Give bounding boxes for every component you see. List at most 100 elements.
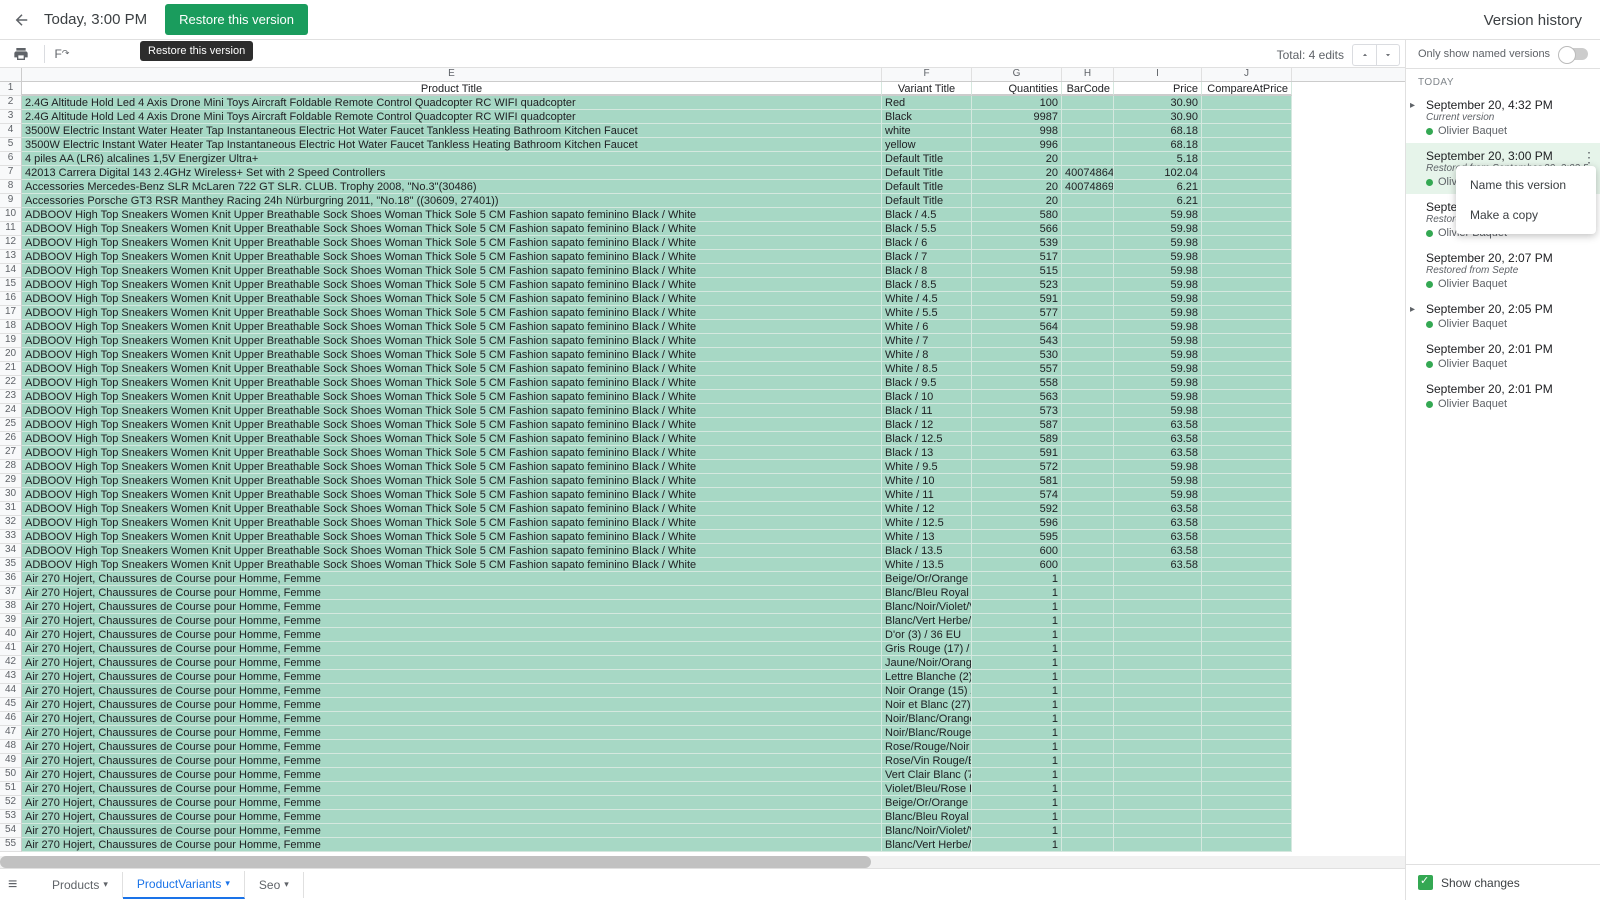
row-number[interactable]: 5 xyxy=(0,138,22,152)
cell-compare-at-price[interactable] xyxy=(1202,754,1292,768)
cell-price[interactable]: 59.98 xyxy=(1114,236,1202,250)
cell-barcode[interactable] xyxy=(1062,306,1114,320)
cell-barcode[interactable] xyxy=(1062,558,1114,572)
cell-price[interactable] xyxy=(1114,768,1202,782)
cell-product-title[interactable]: ADBOOV High Top Sneakers Women Knit Uppe… xyxy=(22,390,882,404)
cell-variant-title[interactable]: White / 8 xyxy=(882,348,972,362)
row-number[interactable]: 55 xyxy=(0,838,22,852)
cell-compare-at-price[interactable] xyxy=(1202,418,1292,432)
cell-product-title[interactable]: ADBOOV High Top Sneakers Women Knit Uppe… xyxy=(22,250,882,264)
cell-variant-title[interactable]: Noir/Blanc/Orange (32) / 36 EU xyxy=(882,712,972,726)
cell-compare-at-price[interactable] xyxy=(1202,726,1292,740)
cell-barcode[interactable] xyxy=(1062,768,1114,782)
cell-variant-title[interactable]: White / 13 xyxy=(882,530,972,544)
cell-compare-at-price[interactable] xyxy=(1202,138,1292,152)
cell-barcode[interactable] xyxy=(1062,334,1114,348)
cell-barcode[interactable] xyxy=(1062,572,1114,586)
cell-price[interactable] xyxy=(1114,656,1202,670)
row-number[interactable]: 23 xyxy=(0,390,22,404)
show-changes-checkbox[interactable] xyxy=(1418,875,1433,890)
cell-product-title[interactable]: Air 270 Hojert, Chaussures de Course pou… xyxy=(22,838,882,852)
cell-price[interactable]: 63.58 xyxy=(1114,418,1202,432)
cell-quantities[interactable]: 20 xyxy=(972,194,1062,208)
cell-barcode[interactable] xyxy=(1062,838,1114,852)
cell-quantities[interactable]: 530 xyxy=(972,348,1062,362)
cell-barcode[interactable] xyxy=(1062,390,1114,404)
row-number[interactable]: 40 xyxy=(0,628,22,642)
cell-barcode[interactable] xyxy=(1062,614,1114,628)
cell-product-title[interactable]: ADBOOV High Top Sneakers Women Knit Uppe… xyxy=(22,278,882,292)
cell-quantities[interactable]: 596 xyxy=(972,516,1062,530)
cell-quantities[interactable]: 1 xyxy=(972,572,1062,586)
next-edit-button[interactable] xyxy=(1376,44,1400,66)
cell-product-title[interactable]: ADBOOV High Top Sneakers Women Knit Uppe… xyxy=(22,320,882,334)
cell-product-title[interactable]: ADBOOV High Top Sneakers Women Knit Uppe… xyxy=(22,348,882,362)
cell-product-title[interactable]: ADBOOV High Top Sneakers Women Knit Uppe… xyxy=(22,544,882,558)
back-arrow-icon[interactable] xyxy=(10,8,34,32)
cell-quantities[interactable]: 996 xyxy=(972,138,1062,152)
row-number[interactable]: 46 xyxy=(0,712,22,726)
cell-barcode[interactable] xyxy=(1062,502,1114,516)
cell-variant-title[interactable]: Noir et Blanc (27) / 36 EU xyxy=(882,698,972,712)
row-number[interactable]: 43 xyxy=(0,670,22,684)
row-number[interactable]: 27 xyxy=(0,446,22,460)
cell-price[interactable]: 59.98 xyxy=(1114,334,1202,348)
header-compare-at-price[interactable]: CompareAtPrice xyxy=(1202,82,1292,96)
version-item[interactable]: ▸September 20, 2:05 PMOlivier Baquet xyxy=(1406,296,1600,336)
row-number[interactable]: 1 xyxy=(0,82,22,96)
row-number[interactable]: 21 xyxy=(0,362,22,376)
chevron-right-icon[interactable]: ▸ xyxy=(1410,304,1415,315)
cell-price[interactable]: 30.90 xyxy=(1114,110,1202,124)
cell-barcode[interactable] xyxy=(1062,250,1114,264)
cell-price[interactable]: 59.98 xyxy=(1114,488,1202,502)
cell-quantities[interactable]: 1 xyxy=(972,656,1062,670)
cell-barcode[interactable] xyxy=(1062,446,1114,460)
cell-variant-title[interactable]: White / 5.5 xyxy=(882,306,972,320)
cell-compare-at-price[interactable] xyxy=(1202,180,1292,194)
cell-product-title[interactable]: 3500W Electric Instant Water Heater Tap … xyxy=(22,124,882,138)
cell-variant-title[interactable]: Beige/Or/Orange (30) / 36 EU xyxy=(882,572,972,586)
cell-compare-at-price[interactable] xyxy=(1202,278,1292,292)
cell-quantities[interactable]: 1 xyxy=(972,684,1062,698)
cell-compare-at-price[interactable] xyxy=(1202,474,1292,488)
only-named-toggle[interactable] xyxy=(1560,48,1588,60)
col-header-J[interactable]: J xyxy=(1202,68,1292,81)
cell-variant-title[interactable]: Black / 13.5 xyxy=(882,544,972,558)
cell-price[interactable]: 63.58 xyxy=(1114,446,1202,460)
cell-variant-title[interactable]: Black xyxy=(882,110,972,124)
cell-product-title[interactable]: Air 270 Hojert, Chaussures de Course pou… xyxy=(22,600,882,614)
cell-product-title[interactable]: ADBOOV High Top Sneakers Women Knit Uppe… xyxy=(22,488,882,502)
row-number[interactable]: 24 xyxy=(0,404,22,418)
cell-barcode[interactable] xyxy=(1062,530,1114,544)
cell-price[interactable]: 59.98 xyxy=(1114,208,1202,222)
cell-variant-title[interactable]: Black / 12 xyxy=(882,418,972,432)
cell-compare-at-price[interactable] xyxy=(1202,740,1292,754)
cell-variant-title[interactable]: White / 11 xyxy=(882,488,972,502)
cell-compare-at-price[interactable] xyxy=(1202,152,1292,166)
cell-quantities[interactable]: 591 xyxy=(972,292,1062,306)
cell-price[interactable] xyxy=(1114,796,1202,810)
cell-variant-title[interactable]: White / 7 xyxy=(882,334,972,348)
row-number[interactable]: 29 xyxy=(0,474,22,488)
cell-variant-title[interactable]: White / 8.5 xyxy=(882,362,972,376)
cell-price[interactable] xyxy=(1114,614,1202,628)
cell-quantities[interactable]: 564 xyxy=(972,320,1062,334)
cell-barcode[interactable] xyxy=(1062,740,1114,754)
cell-barcode[interactable] xyxy=(1062,208,1114,222)
cell-compare-at-price[interactable] xyxy=(1202,194,1292,208)
cell-compare-at-price[interactable] xyxy=(1202,502,1292,516)
cell-variant-title[interactable]: Blanc/Bleu Royal (8) / 36 EU xyxy=(882,586,972,600)
cell-compare-at-price[interactable] xyxy=(1202,670,1292,684)
prev-edit-button[interactable] xyxy=(1352,44,1376,66)
cell-price[interactable] xyxy=(1114,740,1202,754)
cell-compare-at-price[interactable] xyxy=(1202,572,1292,586)
row-number[interactable]: 32 xyxy=(0,516,22,530)
cell-barcode[interactable]: 4007486902190 xyxy=(1062,180,1114,194)
row-number[interactable]: 25 xyxy=(0,418,22,432)
cell-variant-title[interactable]: Black / 4.5 xyxy=(882,208,972,222)
cell-quantities[interactable]: 566 xyxy=(972,222,1062,236)
cell-product-title[interactable]: ADBOOV High Top Sneakers Women Knit Uppe… xyxy=(22,376,882,390)
cell-quantities[interactable]: 543 xyxy=(972,334,1062,348)
cell-compare-at-price[interactable] xyxy=(1202,362,1292,376)
col-header-H[interactable]: H xyxy=(1062,68,1114,81)
